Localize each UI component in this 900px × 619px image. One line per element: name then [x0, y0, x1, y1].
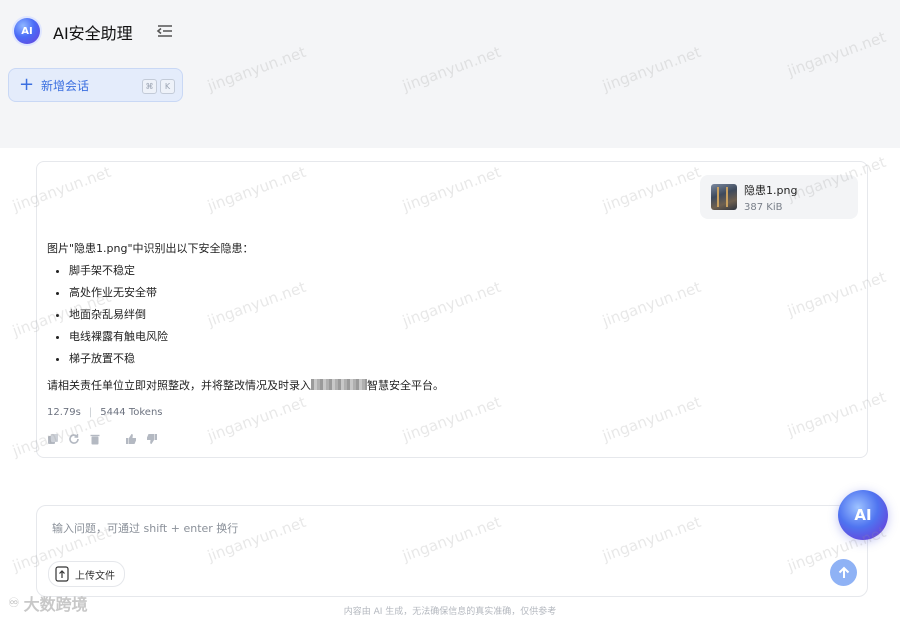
delete-icon[interactable]	[89, 433, 101, 445]
elapsed-time: 12.79s	[47, 407, 81, 418]
answer-intro: 图片"隐患1.png"中识别出以下安全隐患：	[47, 242, 254, 255]
closing-text-end: 智慧安全平台。	[367, 379, 444, 392]
new-chat-button[interactable]: + 新增会话 ⌘ K	[8, 68, 183, 102]
new-chat-label: 新增会话	[41, 78, 90, 93]
regenerate-icon[interactable]	[68, 433, 80, 445]
attachment-file-size: 387 KiB	[744, 201, 783, 213]
arrow-up-icon	[838, 566, 849, 578]
app-title: AI安全助理	[53, 24, 133, 43]
attachment-file-name: 隐患1.png	[744, 183, 798, 197]
answer-closing: 请相关责任单位立即对照整改，并将整改情况及时录入 智慧安全平台。	[47, 377, 847, 393]
send-button[interactable]	[830, 559, 857, 586]
hazard-item: 脚手架不稳定	[69, 264, 847, 277]
thumbs-down-icon[interactable]	[146, 433, 158, 445]
brand-watermark-logo: ♾ 大数跨境	[8, 591, 88, 615]
brand-watermark-text: 大数跨境	[23, 595, 88, 614]
collapse-sidebar-icon[interactable]	[154, 22, 176, 40]
logo-text: AI	[21, 25, 33, 37]
upload-file-label: 上传文件	[75, 570, 115, 582]
upload-icon	[55, 566, 69, 582]
message-actions	[47, 433, 158, 445]
redacted-text	[311, 379, 367, 390]
hazard-item: 电线裸露有触电风险	[69, 330, 847, 343]
shortcut-key-cmd: ⌘	[142, 79, 157, 94]
thumbs-up-icon[interactable]	[125, 433, 137, 445]
hazard-item: 地面杂乱易绊倒	[69, 308, 847, 321]
token-count: 5444 Tokens	[100, 407, 163, 418]
copy-icon[interactable]	[47, 433, 59, 445]
image-thumbnail	[711, 184, 737, 210]
shortcut-key-k: K	[160, 79, 175, 94]
fab-label: AI	[854, 506, 872, 524]
hazard-list: 脚手架不稳定 高处作业无安全带 地面杂乱易绊倒 电线裸露有触电风险 梯子放置不稳	[47, 264, 847, 365]
question-input[interactable]	[50, 516, 814, 540]
hazard-item: 梯子放置不稳	[69, 352, 847, 365]
plus-icon: +	[19, 74, 35, 95]
app-logo: AI	[14, 18, 40, 44]
response-stats: 12.79s | 5444 Tokens	[47, 407, 163, 418]
conversation-card: 隐患1.png 387 KiB 图片"隐患1.png"中识别出以下安全隐患： 脚…	[36, 161, 868, 458]
hazard-item: 高处作业无安全带	[69, 286, 847, 299]
ai-assistant-floating-button[interactable]: AI	[838, 490, 888, 540]
upload-file-button[interactable]: 上传文件	[48, 561, 125, 587]
assistant-answer: 图片"隐患1.png"中识别出以下安全隐患： 脚手架不稳定 高处作业无安全带 地…	[47, 240, 847, 393]
attachment-chip[interactable]: 隐患1.png 387 KiB	[700, 175, 858, 219]
closing-text-start: 请相关责任单位立即对照整改，并将整改情况及时录入	[47, 379, 311, 392]
message-composer: 上传文件	[36, 505, 868, 597]
ai-disclaimer: 内容由 AI 生成，无法确保信息的真实准确，仅供参考	[343, 607, 557, 617]
